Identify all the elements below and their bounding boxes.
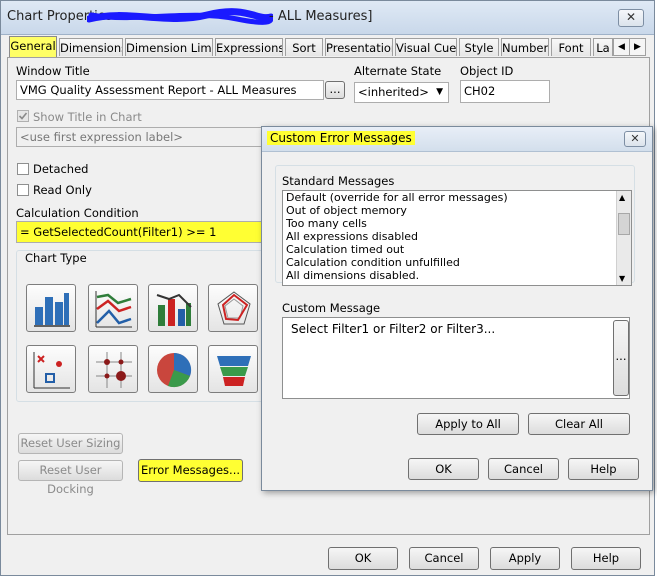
first-expression-label-field[interactable]: <use first expression label> [16, 127, 272, 147]
combo-chart-icon [156, 293, 192, 326]
chevron-down-icon: ▼ [436, 87, 443, 97]
close-icon: ✕ [630, 132, 640, 145]
tab-presentation[interactable]: Presentation [325, 38, 393, 56]
read-only-checkbox[interactable] [17, 184, 29, 196]
custom-error-messages-dialog: Custom Error Messages ✕ Standard Message… [261, 126, 653, 491]
dialog-help-button[interactable]: Help [568, 458, 639, 480]
detached-label: Detached [33, 162, 89, 176]
tab-scroll-right-button[interactable]: ▶ [629, 38, 646, 56]
calculation-condition-field[interactable]: = GetSelectedCount(Filter1) >= 1 [16, 221, 272, 243]
dialog-close-button[interactable]: ✕ [624, 131, 646, 147]
tab-sort[interactable]: Sort [285, 38, 323, 56]
tab-dimensions[interactable]: Dimensions [59, 38, 123, 56]
dialog-title: Custom Error Messages [267, 131, 415, 145]
standard-messages-label: Standard Messages [282, 174, 395, 188]
grid-chart-button[interactable] [88, 345, 138, 393]
tab-general[interactable]: General [9, 36, 57, 58]
detached-checkbox[interactable] [17, 163, 29, 175]
window-title-suffix: - ALL Measures] [269, 9, 373, 24]
reset-user-sizing-button[interactable]: Reset User Sizing [18, 433, 123, 454]
window-titlebar[interactable]: Chart Properties - ALL Measures] ✕ [1, 1, 654, 35]
dialog-titlebar[interactable]: Custom Error Messages ✕ [262, 127, 652, 152]
help-button[interactable]: Help [571, 547, 641, 570]
window-title-expression-button[interactable]: ... [325, 81, 345, 99]
list-item[interactable]: Calculation timed out [283, 243, 631, 256]
error-messages-button[interactable]: Error Messages... [138, 459, 243, 482]
dialog-cancel-button[interactable]: Cancel [488, 458, 559, 480]
tab-number[interactable]: Number [501, 38, 549, 56]
custom-message-expression-button[interactable]: ... [613, 320, 629, 396]
redaction-scribble [87, 8, 273, 25]
grid-chart-icon [96, 352, 132, 388]
list-item[interactable]: All dimensions disabled. [283, 269, 631, 282]
alternate-state-select[interactable]: <inherited> ▼ [354, 82, 449, 103]
object-id-field[interactable]: CH02 [460, 80, 550, 103]
cancel-button[interactable]: Cancel [409, 547, 479, 570]
alternate-state-label: Alternate State [354, 64, 442, 78]
apply-button[interactable]: Apply [490, 547, 560, 570]
custom-message-value: Select Filter1 or Filter2 or Filter3... [291, 322, 496, 336]
chart-type-label: Chart Type [23, 251, 89, 265]
tab-dimension-limits[interactable]: Dimension Limits [125, 38, 213, 56]
scroll-up-icon[interactable]: ▲ [619, 193, 625, 202]
combo-chart-button[interactable] [148, 284, 198, 332]
show-title-label: Show Title in Chart [33, 110, 142, 124]
pie-chart-button[interactable] [148, 345, 198, 393]
dialog-ok-button[interactable]: OK [408, 458, 479, 480]
line-chart-button[interactable] [88, 284, 138, 332]
tab-visual-cues[interactable]: Visual Cues [395, 38, 457, 56]
tab-layout[interactable]: La [593, 38, 613, 56]
bar-chart-button[interactable] [26, 284, 76, 332]
pie-chart-icon [157, 352, 192, 388]
check-icon [18, 112, 28, 120]
list-item[interactable]: Out of object memory [283, 204, 631, 217]
arrow-right-icon: ▶ [634, 42, 641, 52]
funnel-chart-button[interactable] [208, 345, 258, 393]
clear-all-button[interactable]: Clear All [528, 413, 630, 435]
list-item[interactable]: Calculation condition unfulfilled [283, 256, 631, 269]
tab-expressions[interactable]: Expressions [215, 38, 283, 56]
scatter-chart-icon [33, 352, 70, 389]
custom-message-label: Custom Message [282, 301, 381, 315]
list-item[interactable]: Too many cells [283, 217, 631, 230]
ok-button[interactable]: OK [328, 547, 398, 570]
tab-style[interactable]: Style [459, 38, 499, 56]
arrow-left-icon: ◀ [618, 42, 625, 52]
calculation-condition-label: Calculation Condition [16, 206, 139, 220]
list-item[interactable]: All expressions disabled [283, 230, 631, 243]
reset-user-docking-button[interactable]: Reset User Docking [18, 460, 123, 496]
window-close-button[interactable]: ✕ [618, 9, 644, 27]
funnel-chart-icon [217, 356, 251, 386]
show-title-checkbox[interactable] [17, 110, 29, 122]
radar-chart-icon [217, 291, 251, 325]
list-scrollbar[interactable]: ▲ ▼ [616, 191, 631, 285]
object-id-label: Object ID [460, 64, 514, 78]
window-title-label: Window Title [16, 64, 90, 78]
bar-chart-icon [34, 293, 70, 327]
tab-font[interactable]: Font [551, 38, 591, 56]
tab-scroll-left-button[interactable]: ◀ [613, 38, 630, 56]
alternate-state-value: <inherited> [358, 85, 429, 99]
custom-message-field[interactable]: Select Filter1 or Filter2 or Filter3... [282, 317, 630, 399]
scroll-down-icon[interactable]: ▼ [619, 274, 625, 283]
standard-messages-list[interactable]: Default (override for all error messages… [282, 190, 632, 286]
scrollbar-thumb[interactable] [618, 213, 630, 235]
window-title-field[interactable]: VMG Quality Assessment Report - ALL Meas… [16, 80, 324, 100]
tab-strip: General Dimensions Dimension Limits Expr… [7, 36, 647, 58]
line-chart-icon [95, 291, 132, 328]
list-item[interactable]: Default (override for all error messages… [283, 191, 631, 204]
close-icon: ✕ [625, 10, 637, 24]
apply-to-all-button[interactable]: Apply to All [417, 413, 519, 435]
read-only-label: Read Only [33, 183, 92, 197]
radar-chart-button[interactable] [208, 284, 258, 332]
scatter-chart-button[interactable] [26, 345, 76, 393]
